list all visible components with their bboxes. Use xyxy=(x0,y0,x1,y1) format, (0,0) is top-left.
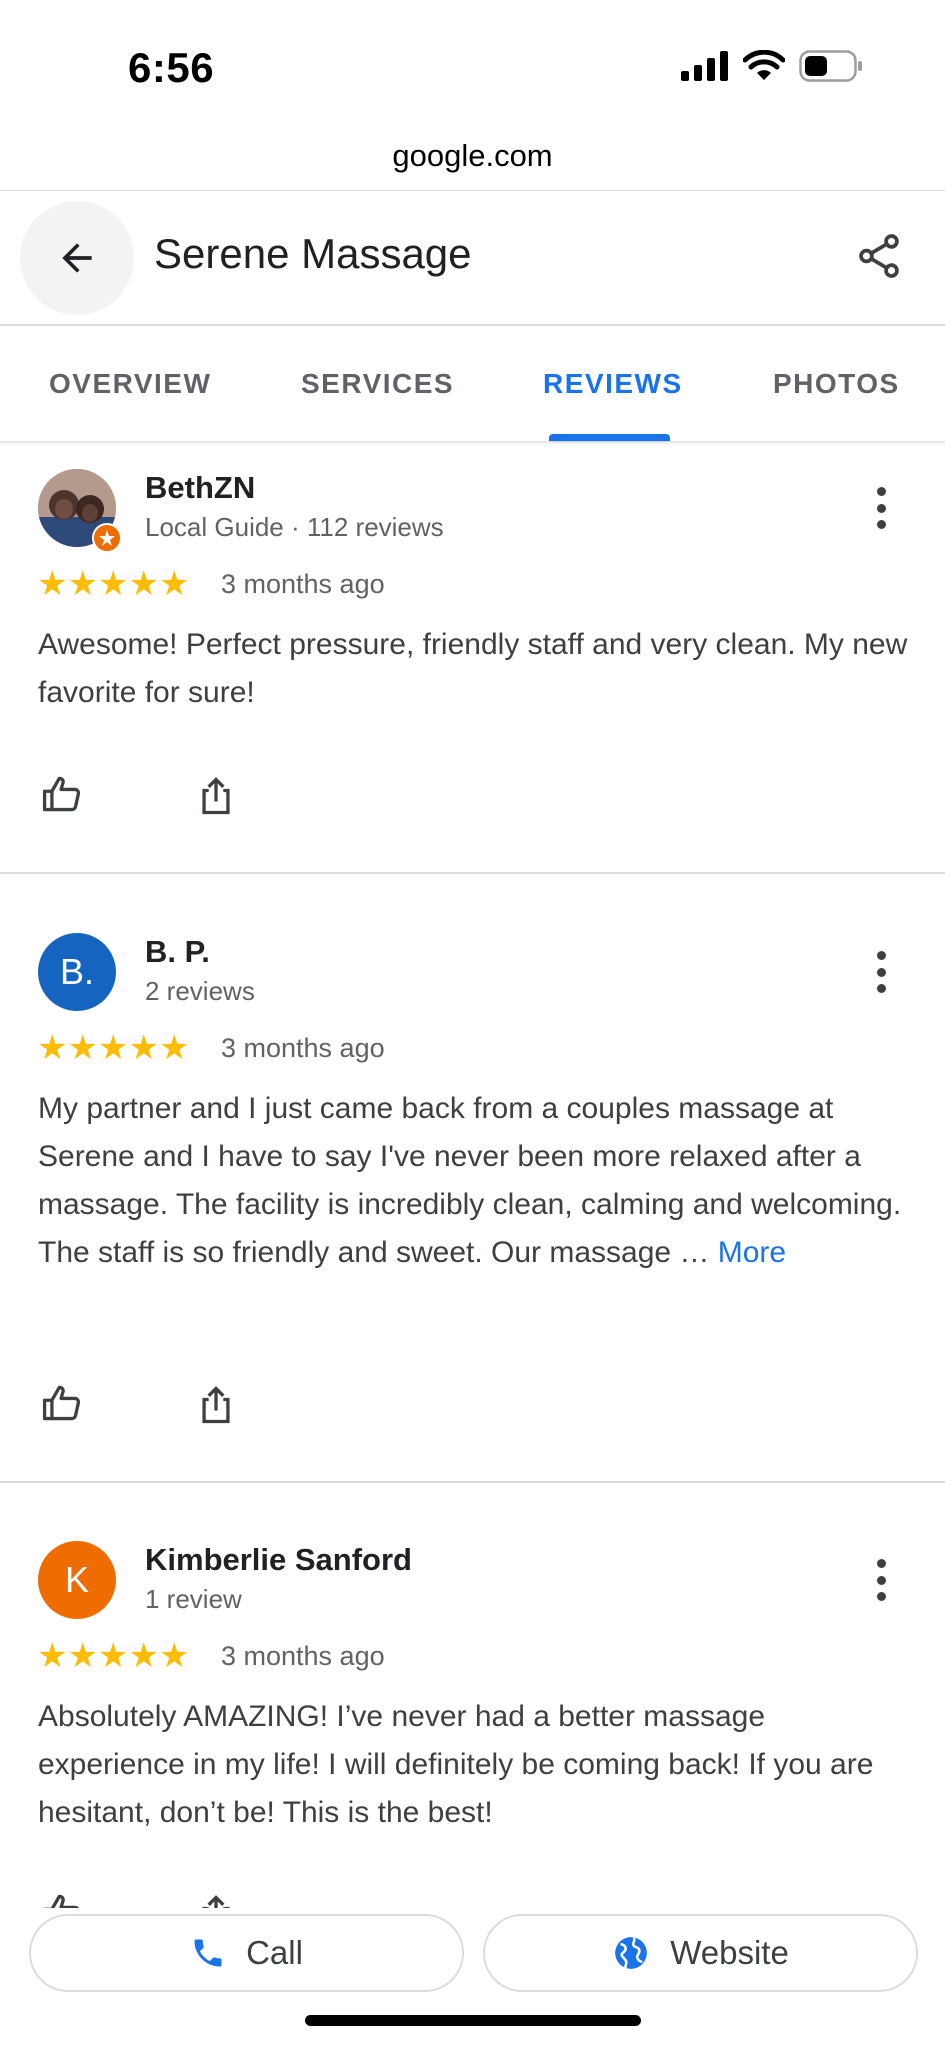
review-text: Awesome! Perfect pressure, friendly staf… xyxy=(38,621,908,717)
star-icon: ★ xyxy=(97,1637,129,1675)
star-rating: ★ ★ ★ ★ ★ xyxy=(37,567,189,601)
reviewer-meta: 2 reviews xyxy=(145,976,255,1006)
star-icon: ★ xyxy=(67,565,98,603)
reviewer-name[interactable]: Kimberlie Sanford xyxy=(145,1542,412,1578)
call-button[interactable]: Call xyxy=(29,1914,464,1992)
star-rating: ★ ★ ★ ★ ★ xyxy=(37,1031,189,1065)
bottom-action-bar: Call Website xyxy=(0,1908,945,2048)
more-vert-icon[interactable] xyxy=(873,1559,889,1601)
back-arrow-icon xyxy=(62,243,92,273)
star-icon: ★ xyxy=(37,1637,68,1675)
phone-icon xyxy=(194,1939,222,1967)
review-date: 3 months ago xyxy=(221,1641,385,1671)
status-time: 6:56 xyxy=(128,44,215,91)
globe-icon xyxy=(615,1937,648,1969)
back-button[interactable] xyxy=(20,201,134,315)
wifi-icon xyxy=(743,50,785,80)
avatar[interactable]: B. xyxy=(38,933,116,1011)
share-icon xyxy=(859,234,899,278)
review-text: Absolutely AMAZING! I’ve never had a bet… xyxy=(38,1693,908,1837)
avatar[interactable]: K xyxy=(38,1541,116,1619)
url-divider xyxy=(0,190,945,191)
more-vert-icon[interactable] xyxy=(873,487,889,529)
website-label: Website xyxy=(670,1934,789,1971)
share-review-icon xyxy=(202,777,230,815)
page-title: Serene Massage xyxy=(154,230,472,277)
reviewer-name[interactable]: B. P. xyxy=(145,934,210,970)
share-button[interactable] xyxy=(851,228,907,284)
star-icon: ★ xyxy=(97,565,129,603)
share-review-icon xyxy=(202,1386,230,1424)
review-body: Awesome! Perfect pressure, friendly staf… xyxy=(38,628,908,709)
star-icon: ★ xyxy=(158,565,190,603)
star-icon: ★ xyxy=(97,1029,129,1067)
status-icons xyxy=(681,50,863,82)
share-review-button[interactable] xyxy=(192,1381,240,1429)
star-icon: ★ xyxy=(67,1637,98,1675)
avatar[interactable] xyxy=(38,469,122,553)
tab-services[interactable]: SERVICES xyxy=(301,368,454,400)
reviewer-meta: Local Guide · 112 reviews xyxy=(145,512,444,542)
more-link[interactable]: More xyxy=(718,1236,786,1269)
call-label: Call xyxy=(246,1934,303,1971)
tab-bar: OVERVIEW SERVICES REVIEWS PHOTOS xyxy=(0,326,945,442)
tab-photos[interactable]: PHOTOS xyxy=(773,368,900,400)
avatar-initial: K xyxy=(64,1559,89,1600)
url-text[interactable]: google.com xyxy=(0,138,945,174)
review-body: Absolutely AMAZING! I’ve never had a bet… xyxy=(38,1700,874,1829)
local-guide-badge-icon xyxy=(92,523,122,553)
review-text: My partner and I just came back from a c… xyxy=(38,1085,908,1277)
review-divider xyxy=(0,872,945,874)
star-icon: ★ xyxy=(67,1029,98,1067)
review-divider xyxy=(0,1481,945,1483)
star-icon: ★ xyxy=(128,565,159,603)
star-icon: ★ xyxy=(128,1029,159,1067)
like-button[interactable] xyxy=(38,770,86,818)
tabs-shadow xyxy=(0,441,945,445)
share-review-button[interactable] xyxy=(192,772,240,820)
avatar-initial: B. xyxy=(59,951,94,992)
like-button[interactable] xyxy=(38,1379,86,1427)
star-icon: ★ xyxy=(128,1637,159,1675)
website-button[interactable]: Website xyxy=(483,1914,918,1992)
review-date: 3 months ago xyxy=(221,1033,385,1063)
star-icon: ★ xyxy=(158,1029,190,1067)
review-date: 3 months ago xyxy=(221,569,385,599)
star-icon: ★ xyxy=(158,1637,190,1675)
thumb-up-icon xyxy=(42,776,81,812)
signal-icon xyxy=(681,51,728,81)
battery-icon xyxy=(799,50,862,82)
reviewer-name[interactable]: BethZN xyxy=(145,470,255,506)
thumb-up-icon xyxy=(42,1385,81,1421)
star-icon: ★ xyxy=(37,1029,68,1067)
home-indicator xyxy=(305,2015,641,2026)
tab-overview[interactable]: OVERVIEW xyxy=(49,368,211,400)
more-vert-icon[interactable] xyxy=(873,951,889,993)
reviewer-meta: 1 review xyxy=(145,1584,242,1614)
star-icon: ★ xyxy=(37,565,68,603)
tab-reviews[interactable]: REVIEWS xyxy=(543,368,683,400)
star-rating: ★ ★ ★ ★ ★ xyxy=(37,1639,189,1673)
